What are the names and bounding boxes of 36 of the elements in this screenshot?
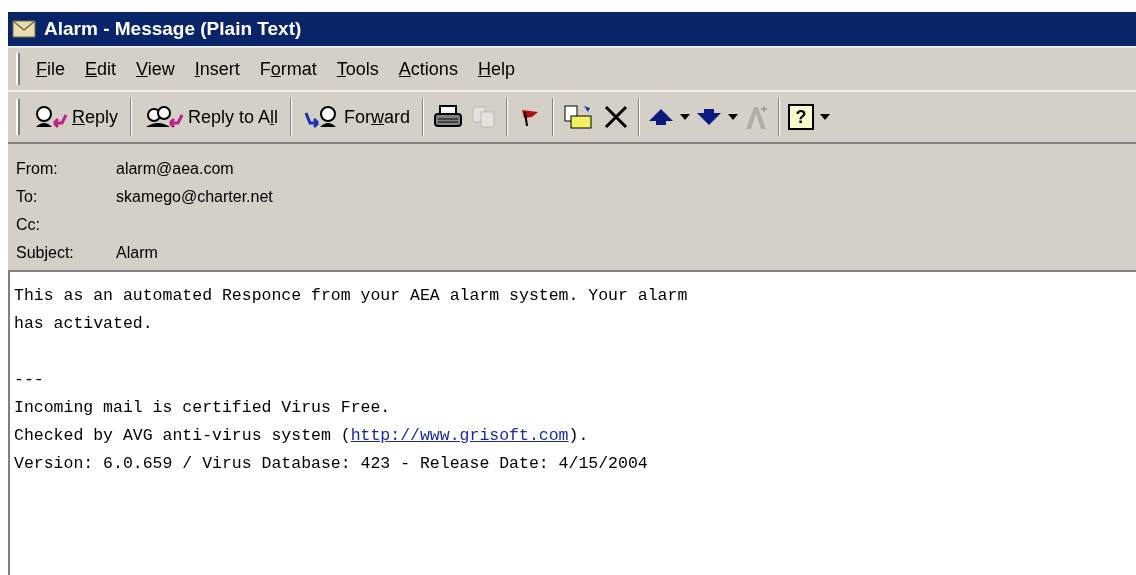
reply-all-button[interactable]: Reply to All <box>140 97 283 137</box>
body-text: has activated. <box>14 313 153 335</box>
down-arrow-icon[interactable] <box>696 107 723 127</box>
body-text: --- <box>14 369 44 391</box>
menu-item[interactable]: Edit <box>85 55 117 83</box>
caret-icon[interactable] <box>820 114 831 120</box>
menu-item[interactable]: File <box>36 55 65 83</box>
printer-icon[interactable] <box>432 104 465 130</box>
link[interactable]: http://www.grisoft.com <box>350 422 569 450</box>
field-value: skamego@charter.net <box>116 187 273 207</box>
help-button[interactable]: ? <box>788 104 815 130</box>
menu-item[interactable]: Help <box>477 55 515 83</box>
body-text: This as an automated Responce from your AEA alarm system. Your alarm <box>14 285 688 307</box>
body-text: ). <box>568 425 589 447</box>
menu-item[interactable]: Tools <box>336 55 379 83</box>
caret-icon[interactable] <box>728 114 739 120</box>
people-arrow-icon <box>144 105 185 129</box>
field-label: To: <box>16 187 39 207</box>
envelope-icon <box>12 20 36 38</box>
up-arrow-icon[interactable] <box>648 107 675 127</box>
window-title: Alarm - Message (Plain Text) <box>44 16 302 41</box>
field-label: From: <box>16 159 59 179</box>
body-text: Incoming mail is certified Virus Free. <box>14 397 391 419</box>
field-value: Alarm <box>116 243 158 263</box>
field-label: Cc: <box>16 215 41 235</box>
menu-item[interactable]: Insert <box>194 55 240 83</box>
menu-item[interactable]: Format <box>259 55 317 83</box>
menu-item[interactable]: View <box>136 55 175 83</box>
menu-item[interactable]: Actions <box>398 55 458 83</box>
field-value: alarm@aea.com <box>116 159 234 179</box>
body-text: Checked by AVG anti-virus system ( <box>14 425 351 447</box>
reply-button[interactable]: Reply <box>28 97 123 137</box>
forward-button[interactable]: Forward <box>300 97 415 137</box>
body-text: Version: 6.0.659 / Virus Database: 423 - Release Date: 4/15/2004 <box>14 453 648 475</box>
caret-icon[interactable] <box>680 114 691 120</box>
field-label: Subject: <box>16 243 75 263</box>
